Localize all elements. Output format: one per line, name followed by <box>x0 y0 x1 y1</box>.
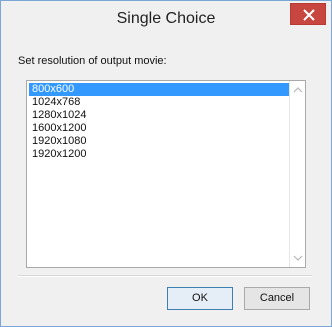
chevron-up-icon[interactable] <box>293 85 303 95</box>
resolution-list: 800x600 1024x768 1280x1024 1600x1200 192… <box>29 83 291 161</box>
list-item[interactable]: 1920x1200 <box>29 148 291 161</box>
resolution-listbox[interactable]: 800x600 1024x768 1280x1024 1600x1200 192… <box>26 80 306 268</box>
prompt-label: Set resolution of output movie: <box>18 55 167 67</box>
title-bar[interactable]: Single Choice <box>1 1 331 39</box>
vertical-scrollbar[interactable] <box>289 81 305 267</box>
list-item[interactable]: 1920x1080 <box>29 135 291 148</box>
close-icon <box>303 9 315 21</box>
list-item[interactable]: 1600x1200 <box>29 122 291 135</box>
list-item[interactable]: 1024x768 <box>29 96 291 109</box>
cancel-button[interactable]: Cancel <box>244 287 310 310</box>
list-item[interactable]: 800x600 <box>29 83 291 96</box>
ok-button[interactable]: OK <box>167 287 233 310</box>
separator <box>18 275 312 277</box>
list-item[interactable]: 1280x1024 <box>29 109 291 122</box>
close-button[interactable] <box>290 3 326 25</box>
dialog-title: Single Choice <box>116 10 216 27</box>
chevron-down-icon[interactable] <box>293 253 303 263</box>
